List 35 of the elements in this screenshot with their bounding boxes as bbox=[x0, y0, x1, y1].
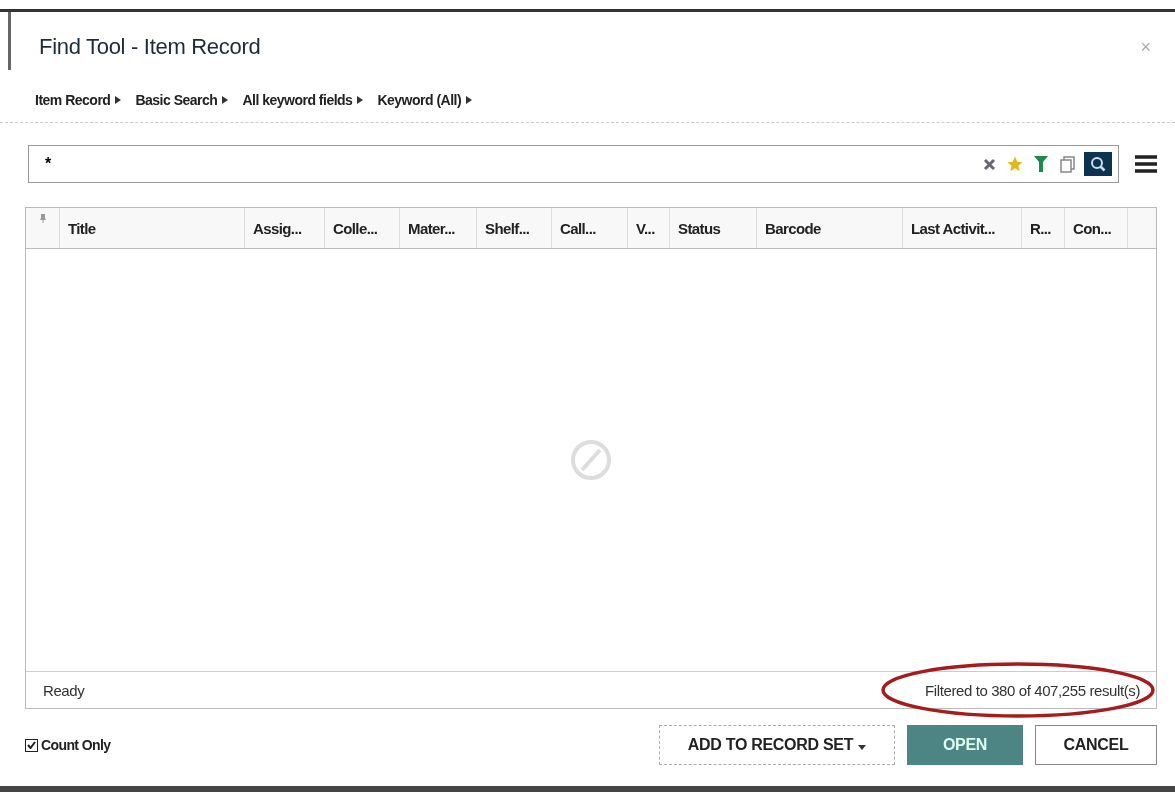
no-results-icon bbox=[569, 438, 613, 482]
column-header[interactable]: V... bbox=[628, 208, 670, 248]
search-button[interactable] bbox=[1084, 152, 1112, 176]
breadcrumb-link[interactable]: Item Record bbox=[35, 92, 122, 108]
breadcrumb-link[interactable]: All keyword fields bbox=[242, 92, 364, 108]
count-only-checkbox[interactable]: Count Only bbox=[25, 737, 647, 753]
column-header[interactable]: Assig... bbox=[245, 208, 325, 248]
triangle-icon bbox=[357, 96, 364, 104]
breadcrumb-link[interactable]: Keyword (All) bbox=[377, 92, 473, 108]
column-header[interactable]: Con... bbox=[1065, 208, 1128, 248]
column-header[interactable]: Mater... bbox=[400, 208, 477, 248]
column-header[interactable]: Status bbox=[670, 208, 757, 248]
dropdown-button[interactable]: ADD TO RECORD SET bbox=[659, 725, 895, 765]
dialog-button[interactable]: OPEN bbox=[907, 725, 1023, 765]
search-input[interactable]: * bbox=[43, 154, 972, 174]
column-header[interactable]: Shelf... bbox=[477, 208, 552, 248]
caret-icon bbox=[858, 745, 867, 750]
menu-icon[interactable] bbox=[1135, 155, 1157, 173]
search-field[interactable]: * bbox=[28, 145, 1119, 183]
column-header[interactable]: R... bbox=[1022, 208, 1065, 248]
result-count: Filtered to 380 of 407,255 result(s) bbox=[925, 681, 1140, 699]
column-header[interactable]: Barcode bbox=[757, 208, 903, 248]
column-header[interactable]: Title bbox=[60, 208, 245, 248]
column-header[interactable]: Last Activit... bbox=[903, 208, 1022, 248]
pin-icon[interactable] bbox=[39, 214, 46, 223]
window-title: Find Tool - Item Record bbox=[39, 34, 261, 60]
breadcrumb-link[interactable]: Basic Search bbox=[135, 92, 229, 108]
status-text: Ready bbox=[43, 681, 85, 699]
dialog-button[interactable]: CANCEL bbox=[1035, 725, 1157, 765]
triangle-icon bbox=[115, 96, 122, 104]
search-icon bbox=[1090, 156, 1106, 172]
triangle-icon bbox=[466, 96, 473, 104]
column-header[interactable]: Call... bbox=[552, 208, 628, 248]
triangle-icon bbox=[222, 96, 229, 104]
column-header[interactable]: Colle... bbox=[325, 208, 400, 248]
